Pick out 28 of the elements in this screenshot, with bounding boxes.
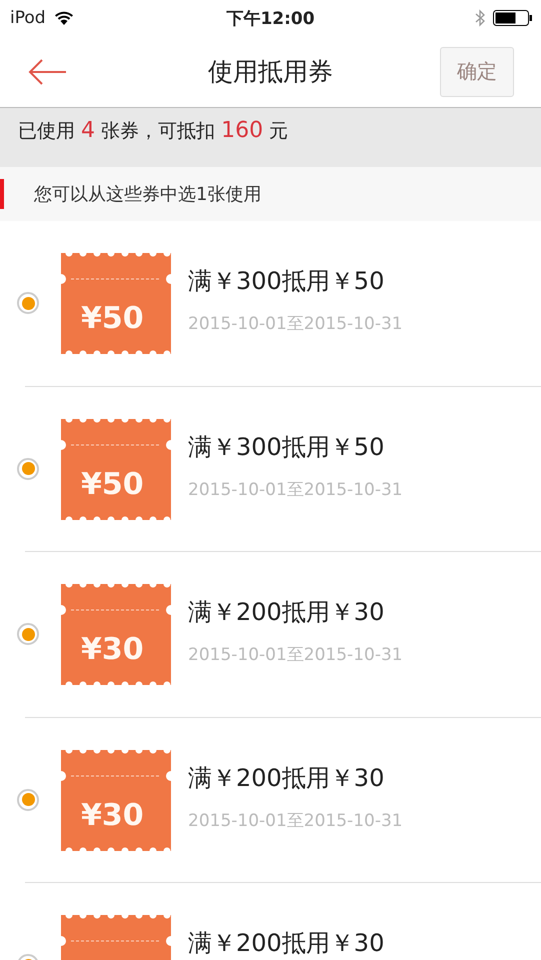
radio-button[interactable] <box>17 458 39 480</box>
hint-text: 您可以从这些券中选1张使用 <box>34 183 262 206</box>
summary-text: 已使用 4 张券，可抵扣 160 元 <box>18 120 288 142</box>
back-arrow-icon[interactable] <box>28 56 68 86</box>
coupon-title: 满￥300抵用￥50 <box>188 434 386 460</box>
carrier-label: iPod <box>10 8 46 28</box>
coupon-value: ¥30 <box>81 632 144 667</box>
confirm-button[interactable]: 确定 <box>440 46 514 96</box>
coupon-value: ¥50 <box>81 301 144 336</box>
coupon-value: ¥30 <box>81 798 144 832</box>
coupon-title: 满￥300抵用￥50 <box>188 268 386 294</box>
coupon-value: ¥50 <box>81 466 144 502</box>
bluetooth-icon <box>475 9 485 27</box>
coupon-title: 满￥200抵用￥30 <box>188 764 386 791</box>
radio-button[interactable] <box>17 788 39 810</box>
battery-icon <box>493 10 533 26</box>
validity-dates: 2015-10-01至2015-10-31 <box>188 313 403 336</box>
accent-bar <box>0 179 4 209</box>
radio-button[interactable] <box>17 292 39 314</box>
wifi-icon <box>54 10 74 26</box>
validity-dates: 2015-10-01至2015-10-31 <box>188 478 403 501</box>
coupon-title: 满￥200抵用￥30 <box>188 930 384 956</box>
validity-dates: 2015-10-01至2015-10-31 <box>188 810 403 832</box>
coupon-title: 满￥200抵用￥30 <box>188 599 386 626</box>
page-title: 使用抵用券 <box>208 56 333 88</box>
validity-dates: 2015-10-01至2015-10-31 <box>188 644 403 666</box>
clock-time: 下午12:00 <box>226 8 315 30</box>
radio-button[interactable] <box>17 623 39 645</box>
